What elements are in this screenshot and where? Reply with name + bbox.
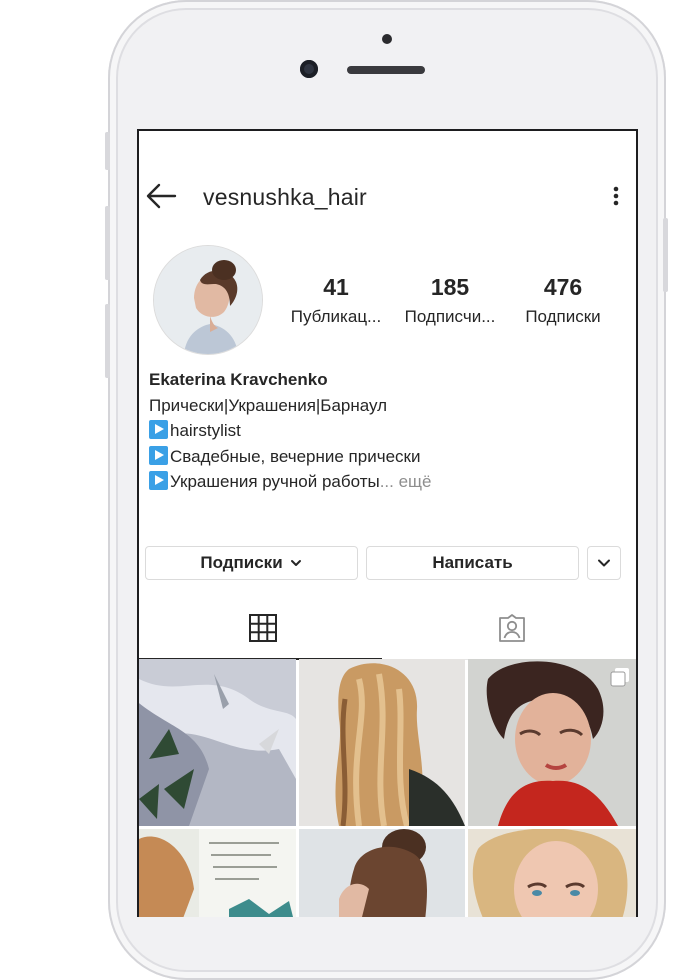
chevron-down-icon <box>290 560 301 566</box>
carousel-icon <box>610 668 629 687</box>
post-thumbnail[interactable] <box>139 659 296 826</box>
following-stat[interactable]: 476 Подписки <box>509 273 617 329</box>
bio-line-hairstylist: hairstylist <box>149 418 432 444</box>
suggested-accounts-button[interactable] <box>587 546 621 580</box>
profile-header: vesnushka_hair <box>139 176 636 216</box>
bio-line-jewelry: Украшения ручной работы... ещё <box>149 469 432 495</box>
post-thumbnail[interactable] <box>468 659 636 826</box>
bio-line-services-text: Свадебные, вечерние прически <box>170 446 421 466</box>
vertical-dots-icon[interactable] <box>606 182 626 210</box>
tab-grid[interactable] <box>139 597 388 659</box>
message-button[interactable]: Написать <box>366 546 579 580</box>
message-button-label: Написать <box>432 553 513 572</box>
bio-line-category: Прически|Украшения|Барнаул <box>149 395 388 415</box>
bio-line-jewelry-text: Украшения ручной работы <box>170 472 380 491</box>
followers-stat[interactable]: 185 Подписчи... <box>396 273 504 329</box>
bio-more-link[interactable]: ещё <box>394 472 432 491</box>
grid-icon <box>249 614 278 642</box>
arrow-left-icon[interactable] <box>145 182 177 210</box>
post-thumbnail[interactable] <box>468 829 636 917</box>
play-emoji-icon <box>149 471 168 490</box>
front-camera <box>300 60 318 78</box>
profile-full-name: Ekaterina Kravchenko <box>149 370 328 389</box>
power-button <box>663 218 668 292</box>
profile-tabs <box>139 597 636 660</box>
posts-label: Публикац... <box>290 307 382 326</box>
proximity-sensor <box>382 34 392 44</box>
tab-tagged[interactable] <box>388 597 637 659</box>
profile-bio: Ekaterina Kravchenko Прически|Украшения|… <box>149 367 432 495</box>
following-button[interactable]: Подписки <box>145 546 358 580</box>
tagged-person-icon <box>498 614 525 642</box>
earpiece-speaker <box>347 66 425 74</box>
followers-count: 185 <box>430 274 470 300</box>
play-emoji-icon <box>149 420 168 439</box>
volume-down-button <box>105 304 110 378</box>
avatar[interactable] <box>153 245 263 355</box>
bio-line-services: Свадебные, вечерние прически <box>149 444 432 470</box>
post-thumbnail[interactable] <box>139 829 296 917</box>
bio-line-hairstylist-text: hairstylist <box>170 421 241 440</box>
posts-stat[interactable]: 41 Публикац... <box>282 273 390 329</box>
post-thumbnail[interactable] <box>299 829 465 917</box>
profile-username: vesnushka_hair <box>203 184 367 210</box>
following-button-label: Подписки <box>200 553 283 572</box>
posts-count: 41 <box>323 274 349 300</box>
instagram-profile-screen: vesnushka_hair 41 Публикац... 185 Подпис… <box>137 129 638 917</box>
bio-ellipsis: ... <box>379 472 394 491</box>
play-emoji-icon <box>149 445 168 465</box>
chevron-down-icon <box>598 559 610 567</box>
volume-up-button <box>105 206 110 280</box>
avatar-photo <box>154 246 262 354</box>
followers-label: Подписчи... <box>404 307 496 326</box>
following-count: 476 <box>543 274 583 300</box>
following-label: Подписки <box>525 307 601 326</box>
silent-switch <box>105 132 110 170</box>
post-thumbnail[interactable] <box>299 659 465 826</box>
